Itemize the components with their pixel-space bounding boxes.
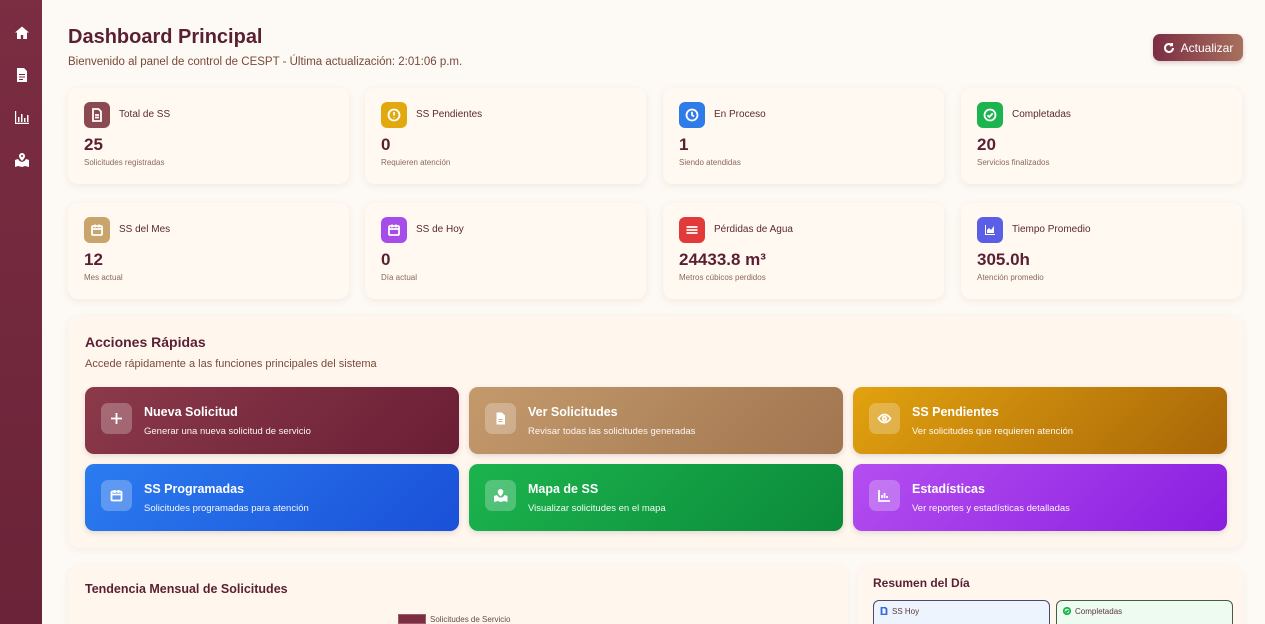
stat-card-in-process: En Proceso 1 Siendo atendidas [663,88,944,184]
waves-icon [679,217,705,243]
document-icon[interactable] [13,66,30,83]
action-statistics[interactable]: Estadísticas Ver reportes y estadísticas… [853,464,1227,531]
stat-value: 25 [84,135,103,154]
summary-title: Resumen del Día [873,576,970,590]
check-icon [1063,607,1072,616]
refresh-icon [1163,42,1174,53]
calendar-icon [101,480,132,511]
map-icon [485,480,516,511]
legend-label: Solicitudes de Servicio [430,615,511,624]
action-desc: Solicitudes programadas para atención [144,503,309,514]
stat-value: 305.0h [977,250,1030,269]
stat-desc: Servicios finalizados [977,158,1050,167]
stat-desc: Requieren atención [381,158,451,167]
page-title: Dashboard Principal [68,26,263,48]
refresh-button[interactable]: Actualizar [1153,34,1243,61]
stat-card-month: SS del Mes 12 Mes actual [68,203,349,299]
action-title: Nueva Solicitud [144,405,238,419]
action-map[interactable]: Mapa de SS Visualizar solicitudes en el … [469,464,843,531]
stat-desc: Solicitudes registradas [84,158,165,167]
stat-label: SS del Mes [119,224,171,235]
action-desc: Revisar todas las solicitudes generadas [528,426,696,437]
stat-value: 1 [679,135,689,154]
action-title: Ver Solicitudes [528,405,618,419]
document-icon [485,403,516,434]
action-title: Mapa de SS [528,482,599,496]
action-view-requests[interactable]: Ver Solicitudes Revisar todas las solici… [469,387,843,454]
stat-label: Completadas [1012,109,1071,120]
action-new-request[interactable]: Nueva Solicitud Generar una nueva solici… [85,387,459,454]
trend-panel: Tendencia Mensual de Solicitudes Solicit… [68,566,848,624]
stat-value: 20 [977,135,996,154]
refresh-label: Actualizar [1180,40,1234,55]
quick-actions-subtitle: Accede rápidamente a las funciones princ… [85,358,377,370]
stat-value: 12 [84,250,103,269]
stat-label: Pérdidas de Agua [714,224,793,235]
stat-desc: Día actual [381,273,418,282]
quick-actions-title: Acciones Rápidas [85,334,206,350]
sidebar [0,0,42,624]
map-icon[interactable] [13,151,30,168]
eye-icon [869,403,900,434]
alert-icon [381,102,407,128]
legend-swatch[interactable] [398,614,426,624]
page-subtitle: Bienvenido al panel de control de CESPT … [68,56,463,68]
main-content: Dashboard Principal Bienvenido al panel … [42,0,1265,624]
calendar-icon [84,217,110,243]
stat-card-pending: SS Pendientes 0 Requieren atención [365,88,646,184]
stat-label: Tiempo Promedio [1012,224,1091,235]
home-icon[interactable] [13,24,30,41]
stat-desc: Mes actual [84,273,123,282]
stat-card-avg-time: Tiempo Promedio 305.0h Atención promedio [961,203,1242,299]
chart-icon [869,480,900,511]
plus-icon [101,403,132,434]
summary-box-label: Completadas [1075,607,1123,616]
stat-label: En Proceso [714,109,766,120]
stat-desc: Atención promedio [977,273,1044,282]
document-icon [880,607,889,616]
stat-label: SS Pendientes [416,109,483,120]
clock-icon [679,102,705,128]
action-desc: Visualizar solicitudes en el mapa [528,503,666,514]
stat-value: 24433.8 m³ [679,250,766,269]
stat-card-completed: Completadas 20 Servicios finalizados [961,88,1242,184]
stat-card-water-loss: Pérdidas de Agua 24433.8 m³ Metros cúbic… [663,203,944,299]
summary-box-today: SS Hoy [873,600,1050,624]
action-scheduled-requests[interactable]: SS Programadas Solicitudes programadas p… [85,464,459,531]
action-pending-requests[interactable]: SS Pendientes Ver solicitudes que requie… [853,387,1227,454]
action-title: Estadísticas [912,482,985,496]
summary-box-label: SS Hoy [892,607,920,616]
stat-label: SS de Hoy [416,224,464,235]
stat-card-total: Total de SS 25 Solicitudes registradas [68,88,349,184]
summary-box-completed: Completadas [1056,600,1233,624]
chart-icon [977,217,1003,243]
action-desc: Ver solicitudes que requieren atención [912,426,1074,437]
stat-value: 0 [381,135,391,154]
stat-value: 0 [381,250,391,269]
calendar-icon [381,217,407,243]
stat-desc: Metros cúbicos perdidos [679,273,766,282]
action-desc: Generar una nueva solicitud de servicio [144,426,311,437]
action-title: SS Pendientes [912,405,999,419]
document-icon [84,102,110,128]
quick-actions-panel: Acciones Rápidas Accede rápidamente a la… [68,316,1243,548]
stat-desc: Siendo atendidas [679,158,741,167]
check-icon [977,102,1003,128]
summary-panel: Resumen del Día SS Hoy Completadas [858,566,1243,624]
chart-icon[interactable] [13,108,30,125]
trend-title: Tendencia Mensual de Solicitudes [85,582,288,596]
action-desc: Ver reportes y estadísticas detalladas [912,503,1070,514]
action-title: SS Programadas [144,482,245,496]
stat-card-today: SS de Hoy 0 Día actual [365,203,646,299]
stat-label: Total de SS [119,109,171,120]
